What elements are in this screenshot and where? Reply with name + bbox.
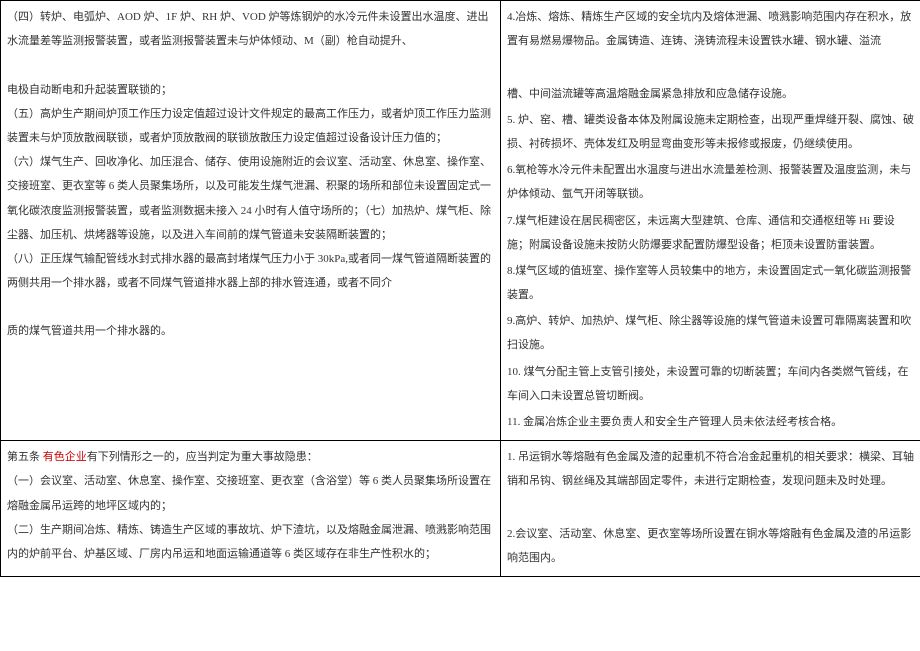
table-row: 第五条 有色企业有下列情形之一的，应当判定为重大事故隐患： （一）会议室、活动室… xyxy=(1,441,920,577)
text-highlight: 有色企业 xyxy=(43,451,87,463)
paragraph: 5. 炉、窑、槽、罐类设备本体及附属设施未定期检查，出现严重焊缝开裂、腐蚀、破损… xyxy=(507,108,914,156)
paragraph: 8.煤气区域的值班室、操作室等人员较集中的地方，未设置固定式一氧化碳监测报警装置… xyxy=(507,259,914,307)
paragraph: 6.氧枪等水冷元件未配置出水温度与进出水流量差检测、报警装置及温度监测，未与炉体… xyxy=(507,158,914,206)
paragraph: 9.高炉、转炉、加热炉、煤气柜、除尘器等设施的煤气管道未设置可靠隔离装置和吹扫设… xyxy=(507,309,914,357)
cell-right-1: 4.冶炼、熔炼、精炼生产区域的安全坑内及熔体泄漏、喷溅影响范围内存在积水，放置有… xyxy=(501,1,920,441)
paragraph: 1. 吊运铜水等熔融有色金属及渣的起重机不符合冶金起重机的相关要求：横梁、耳轴销… xyxy=(507,445,914,493)
paragraph xyxy=(7,295,494,319)
paragraph: 质的煤气管道共用一个排水器的。 xyxy=(7,319,494,343)
paragraph xyxy=(7,53,494,77)
paragraph: （四）转炉、电弧炉、AOD 炉、1F 炉、RH 炉、VOD 炉等炼钢炉的水冷元件… xyxy=(7,5,494,53)
document-table: （四）转炉、电弧炉、AOD 炉、1F 炉、RH 炉、VOD 炉等炼钢炉的水冷元件… xyxy=(0,0,920,577)
paragraph: （一）会议室、活动室、休息室、操作室、交接班室、更衣室（含浴堂）等 6 类人员聚… xyxy=(7,469,494,517)
cell-left-1: （四）转炉、电弧炉、AOD 炉、1F 炉、RH 炉、VOD 炉等炼钢炉的水冷元件… xyxy=(1,1,501,441)
paragraph: 第五条 有色企业有下列情形之一的，应当判定为重大事故隐患： xyxy=(7,445,494,469)
text-prefix: 第五条 xyxy=(7,451,43,463)
paragraph: （八）正压煤气输配管线水封式排水器的最高封堵煤气压力小于 30kPa,或者同一煤… xyxy=(7,247,494,295)
cell-right-2: 1. 吊运铜水等熔融有色金属及渣的起重机不符合冶金起重机的相关要求：横梁、耳轴销… xyxy=(501,441,920,577)
cell-left-2: 第五条 有色企业有下列情形之一的，应当判定为重大事故隐患： （一）会议室、活动室… xyxy=(1,441,501,577)
paragraph: （六）煤气生产、回收净化、加压混合、储存、使用设施附近的会议室、活动室、休息室、… xyxy=(7,150,494,247)
paragraph: 10. 煤气分配主管上支管引接处，未设置可靠的切断装置；车间内各类燃气管线，在车… xyxy=(507,360,914,408)
paragraph: 槽、中间溢流罐等高温熔融金属紧急排放和应急储存设施。 xyxy=(507,82,914,106)
paragraph: （五）高炉生产期间炉顶工作压力设定值超过设计文件规定的最高工作压力，或者炉顶工作… xyxy=(7,102,494,150)
paragraph: 11. 金属冶炼企业主要负责人和安全生产管理人员未依法经考核合格。 xyxy=(507,410,914,434)
table-row: （四）转炉、电弧炉、AOD 炉、1F 炉、RH 炉、VOD 炉等炼钢炉的水冷元件… xyxy=(1,1,920,441)
paragraph: 7.煤气柜建设在居民稠密区，未远离大型建筑、仓库、通信和交通枢纽等 Hi 要设施… xyxy=(507,209,914,257)
paragraph: 电极自动断电和升起装置联锁的； xyxy=(7,78,494,102)
paragraph: 2.会议室、活动室、休息室、更衣室等场所设置在铜水等熔融有色金属及渣的吊运影响范… xyxy=(507,522,914,570)
text-suffix: 有下列情形之一的，应当判定为重大事故隐患： xyxy=(87,451,318,463)
paragraph xyxy=(507,496,914,520)
paragraph xyxy=(507,55,914,79)
paragraph: （二）生产期间冶炼、精炼、铸造生产区域的事故坑、炉下渣坑，以及熔融金属泄漏、喷溅… xyxy=(7,518,494,566)
paragraph: 4.冶炼、熔炼、精炼生产区域的安全坑内及熔体泄漏、喷溅影响范围内存在积水，放置有… xyxy=(507,5,914,53)
